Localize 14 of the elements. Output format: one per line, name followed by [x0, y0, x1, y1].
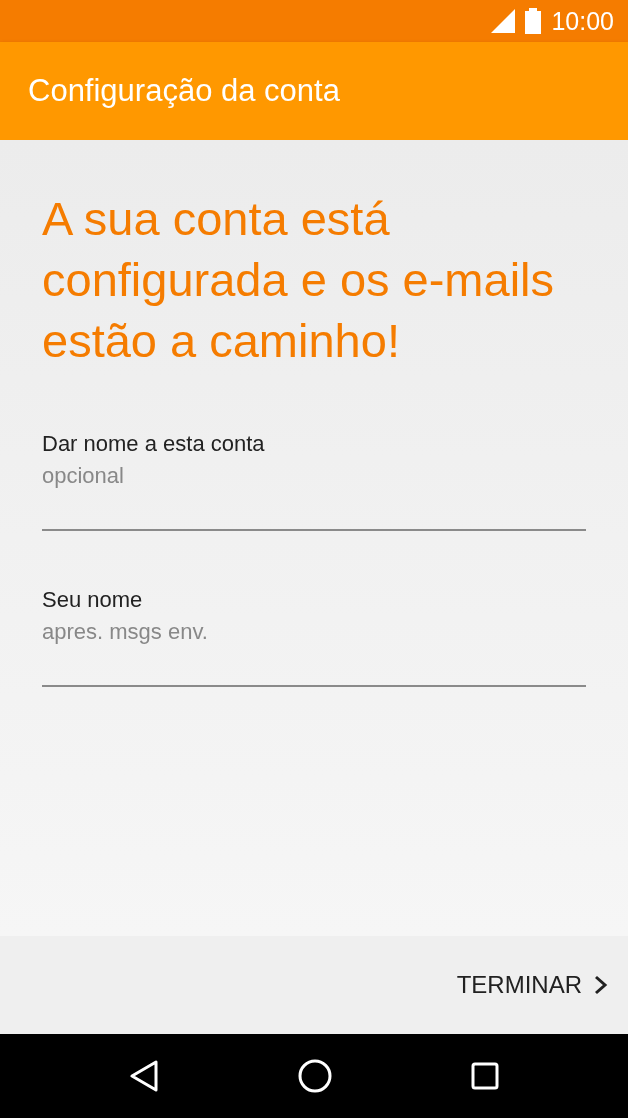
- clock-time: 10:00: [551, 6, 614, 36]
- battery-icon: [525, 8, 542, 34]
- field-label: Dar nome a esta conta: [42, 431, 266, 457]
- heading: A sua conta está configurada e os e-mails estão a caminho!: [42, 191, 556, 369]
- home-icon[interactable]: [298, 1059, 332, 1093]
- finish-button[interactable]: TERMINAR: [456, 971, 608, 999]
- app-bar-title: Configuração da conta: [28, 73, 340, 109]
- chevron-icon: [594, 975, 608, 995]
- field-label: Seu nome: [42, 587, 144, 613]
- input-field[interactable]: apres. msgs env.: [42, 619, 586, 687]
- input-field[interactable]: opcional: [42, 463, 586, 531]
- signal-icon: [491, 9, 516, 33]
- recents-icon[interactable]: [470, 1062, 499, 1090]
- back-icon[interactable]: [129, 1060, 160, 1092]
